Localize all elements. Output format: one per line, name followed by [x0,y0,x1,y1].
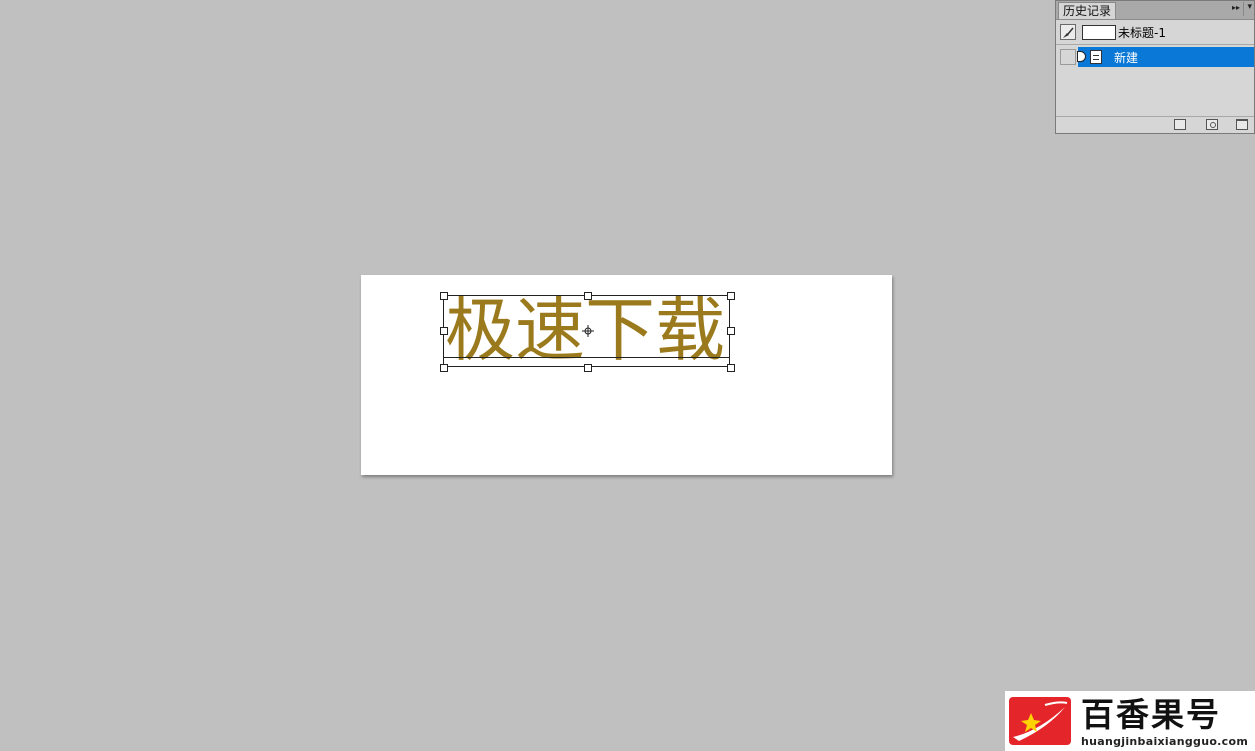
new-document-from-state-icon[interactable] [1174,119,1186,130]
transform-handle-bottom-left[interactable] [440,364,448,372]
panel-footer [1056,116,1254,133]
history-brush-source-icon[interactable] [1060,24,1076,40]
delete-state-icon[interactable] [1236,119,1248,130]
history-state-new[interactable]: 新建 [1056,47,1254,67]
watermark-title: 百香果号 [1081,695,1221,734]
panel-tab-bar: 历史记录 ▸▸ ▾ [1056,1,1254,20]
history-brush-checkbox[interactable] [1060,49,1076,65]
transform-handle-right[interactable] [727,327,735,335]
transform-handle-bottom[interactable] [584,364,592,372]
snapshot-label: 未标题-1 [1118,26,1166,40]
text-baseline [443,357,730,358]
transform-handle-left[interactable] [440,327,448,335]
history-state-label: 新建 [1114,51,1139,65]
history-panel: 历史记录 ▸▸ ▾ 未标题-1 新建 [1055,0,1255,134]
watermark: 百香果号 huangjinbaixiangguo.com [1005,691,1255,751]
new-document-icon [1090,50,1102,64]
transform-handle-top-left[interactable] [440,292,448,300]
watermark-url: huangjinbaixiangguo.com [1081,735,1249,748]
history-tab[interactable]: 历史记录 [1058,2,1116,19]
snapshot-thumbnail [1082,25,1116,40]
transform-handle-top-right[interactable] [727,292,735,300]
watermark-logo-icon [1009,697,1071,745]
snapshot-row[interactable]: 未标题-1 [1056,21,1254,45]
panel-menu-icon[interactable]: ▸▸ [1232,3,1240,12]
state-selection-highlight [1078,47,1254,67]
transform-handle-bottom-right[interactable] [727,364,735,372]
transform-pivot-icon[interactable] [582,325,594,337]
create-snapshot-icon[interactable] [1206,119,1218,130]
transform-handle-top[interactable] [584,292,592,300]
panel-collapse-icon[interactable]: ▾ [1243,2,1252,16]
